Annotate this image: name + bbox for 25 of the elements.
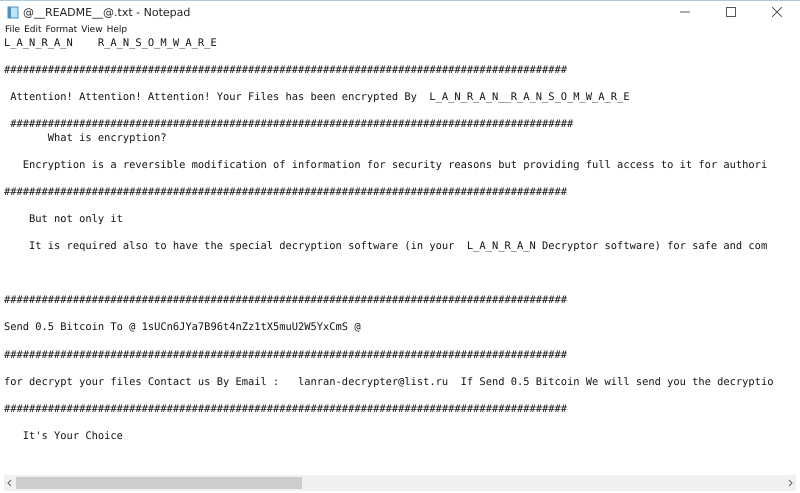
text-line: But not only it: [28, 213, 123, 227]
menu-item[interactable]: Edit: [22, 25, 44, 35]
maximize-icon: [726, 7, 736, 17]
close-icon: [772, 7, 782, 17]
text-line: Encryption is a reversible modification of information for security reasons but providing full access to it for authori: [22, 158, 768, 172]
text-line: It is required also to have the special decryption software (in your L_A_N_R_A_N Decryptor software) for safe and com: [28, 240, 768, 254]
text-line: ##########################################################################################: [9, 118, 574, 132]
text-line: L_A_N_R_A_N R_A_N_S_O_M_W_A_R_E: [4, 37, 217, 51]
text-line: ##########################################################################################: [4, 402, 568, 416]
menu-item[interactable]: Help: [104, 25, 130, 35]
menu-item[interactable]: View: [79, 25, 105, 35]
text-line: ##########################################################################################: [4, 348, 568, 362]
text-line: Attention! Attention! Attention! Your Files has been encrypted By L_A_N_R_A_N__R_A_N_S_O_M_W_A_R_E: [9, 91, 630, 105]
menu-item[interactable]: Format: [44, 25, 80, 35]
notepad-icon: [7, 6, 19, 18]
window-title: @__README__@.txt - Notepad: [23, 6, 192, 18]
text-line: What is encryption?: [46, 132, 167, 146]
text-line: ##########################################################################################: [4, 294, 568, 308]
text-line: It's Your Choice: [22, 430, 123, 444]
scrollbar-thumb[interactable]: [16, 477, 302, 489]
text-line: for decrypt your files Contact us By Email : lanran-decrypter@list.ru If Send 0.5 Bitcoin We will send you the decryptio: [4, 376, 774, 390]
text-line: Send 0.5 Bitcoin To @ 1sUCn6JYa7B96t4nZz1tX5muU2W5YxCmS @: [4, 321, 361, 336]
text-line: ##########################################################################################: [4, 186, 568, 200]
menu-item[interactable]: File: [3, 25, 22, 35]
text-line: ##########################################################################################: [4, 64, 568, 78]
